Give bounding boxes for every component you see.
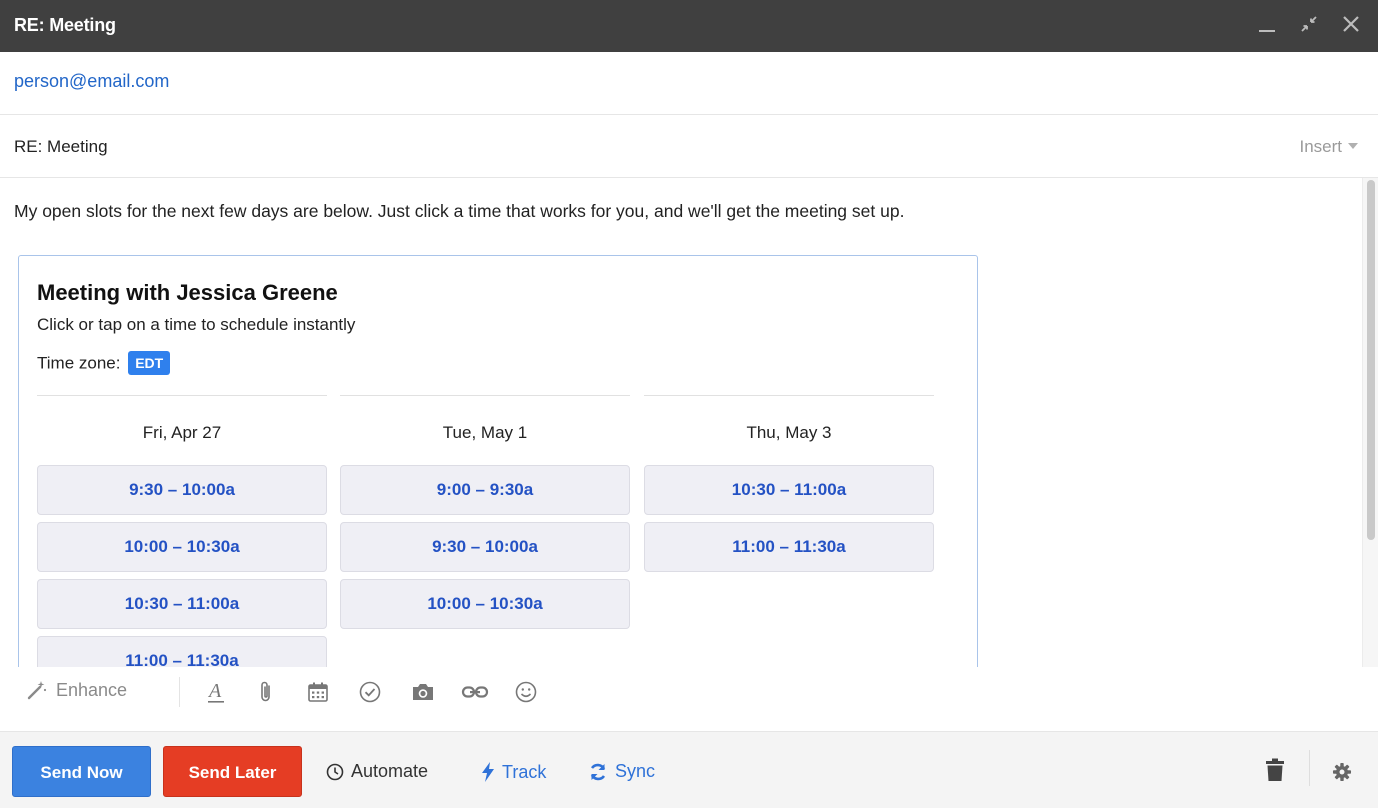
close-icon <box>1343 16 1359 32</box>
checkmark-icon[interactable] <box>358 679 382 705</box>
scheduler-title: Meeting with Jessica Greene <box>37 280 338 305</box>
scheduler-subtitle: Click or tap on a time to schedule insta… <box>37 315 356 334</box>
automate-label: Automate <box>351 761 429 781</box>
chevron-down-icon <box>1348 142 1358 149</box>
subject-row[interactable]: RE: Meeting Insert <box>0 115 1378 178</box>
insert-label: Insert <box>1299 137 1342 156</box>
enhance-label: Enhance <box>56 679 128 700</box>
window-titlebar: RE: Meeting <box>0 0 1378 52</box>
calendar-icon[interactable] <box>307 679 329 705</box>
day-column: Fri, Apr 27 9:30 – 10:00a 10:00 – 10:30a… <box>37 395 327 667</box>
clock-icon <box>326 763 344 780</box>
column-divider <box>644 395 934 396</box>
format-toolbar: Enhance A <box>0 667 1378 731</box>
time-slot-button[interactable]: 9:00 – 9:30a <box>340 465 630 515</box>
send-later-button[interactable]: Send Later <box>163 746 302 797</box>
toolbar-divider <box>179 677 180 707</box>
sync-icon <box>590 763 606 780</box>
timezone-label: Time zone: <box>37 353 121 373</box>
sync-label: Sync <box>615 761 656 781</box>
window-title: RE: Meeting <box>14 15 116 35</box>
time-slot-button[interactable]: 11:00 – 11:30a <box>37 636 327 667</box>
close-button[interactable] <box>1336 8 1366 40</box>
window-controls <box>1252 8 1366 40</box>
collapse-icon <box>1301 16 1317 32</box>
svg-text:A: A <box>207 680 222 702</box>
time-slot-button[interactable]: 11:00 – 11:30a <box>644 522 934 572</box>
day-label: Thu, May 3 <box>746 423 832 442</box>
intro-text: My open slots for the next few days are … <box>14 201 905 221</box>
message-body[interactable]: My open slots for the next few days are … <box>0 178 1360 667</box>
toolbar-divider <box>1309 750 1310 786</box>
timezone-row: Time zone: EDT <box>37 351 171 376</box>
emoji-icon[interactable] <box>514 679 538 705</box>
column-divider <box>37 395 327 396</box>
time-slot-button[interactable]: 10:30 – 11:00a <box>644 465 934 515</box>
delete-button[interactable] <box>1265 758 1285 787</box>
subject-field[interactable]: RE: Meeting <box>14 137 108 157</box>
time-slot-button[interactable]: 10:00 – 10:30a <box>37 522 327 572</box>
trash-icon <box>1266 758 1284 781</box>
automate-button[interactable]: Automate <box>326 761 428 782</box>
time-slot-button[interactable]: 10:30 – 11:00a <box>37 579 327 629</box>
enhance-button[interactable]: Enhance <box>26 679 127 701</box>
time-slot-button[interactable]: 10:00 – 10:30a <box>340 579 630 629</box>
text-format-icon[interactable]: A <box>206 679 226 705</box>
sync-button[interactable]: Sync <box>588 761 655 782</box>
gear-icon <box>1333 763 1351 781</box>
send-now-button[interactable]: Send Now <box>12 746 151 797</box>
scrollbar-thumb[interactable] <box>1367 180 1375 540</box>
recipient-address[interactable]: person@email.com <box>14 71 169 92</box>
track-label: Track <box>502 761 547 782</box>
action-bar: Send Now Send Later Automate Track Sync <box>0 731 1378 808</box>
column-divider <box>340 395 630 396</box>
time-slot-button[interactable]: 9:30 – 10:00a <box>340 522 630 572</box>
minimize-button[interactable] <box>1252 8 1282 40</box>
settings-button[interactable] <box>1332 762 1352 787</box>
recipient-row[interactable]: person@email.com <box>0 52 1378 115</box>
day-label: Fri, Apr 27 <box>142 423 222 442</box>
time-slot-button[interactable]: 9:30 – 10:00a <box>37 465 327 515</box>
insert-dropdown[interactable]: Insert <box>1299 137 1358 157</box>
timezone-badge[interactable]: EDT <box>128 351 171 375</box>
day-column: Tue, May 1 9:00 – 9:30a 9:30 – 10:00a 10… <box>340 395 630 636</box>
day-column: Thu, May 3 10:30 – 11:00a 11:00 – 11:30a <box>644 395 934 579</box>
lightning-icon <box>482 762 494 782</box>
minimize-icon <box>1259 30 1275 32</box>
camera-icon[interactable] <box>411 679 435 705</box>
attachment-icon[interactable] <box>259 679 273 705</box>
track-button[interactable]: Track <box>481 761 546 783</box>
link-icon[interactable] <box>461 679 489 705</box>
magic-wand-icon <box>27 681 47 700</box>
scheduler-card: Meeting with Jessica Greene Click or tap… <box>18 255 978 667</box>
body-scrollbar[interactable] <box>1362 178 1378 667</box>
collapse-button[interactable] <box>1294 8 1324 40</box>
day-label: Tue, May 1 <box>442 423 528 442</box>
